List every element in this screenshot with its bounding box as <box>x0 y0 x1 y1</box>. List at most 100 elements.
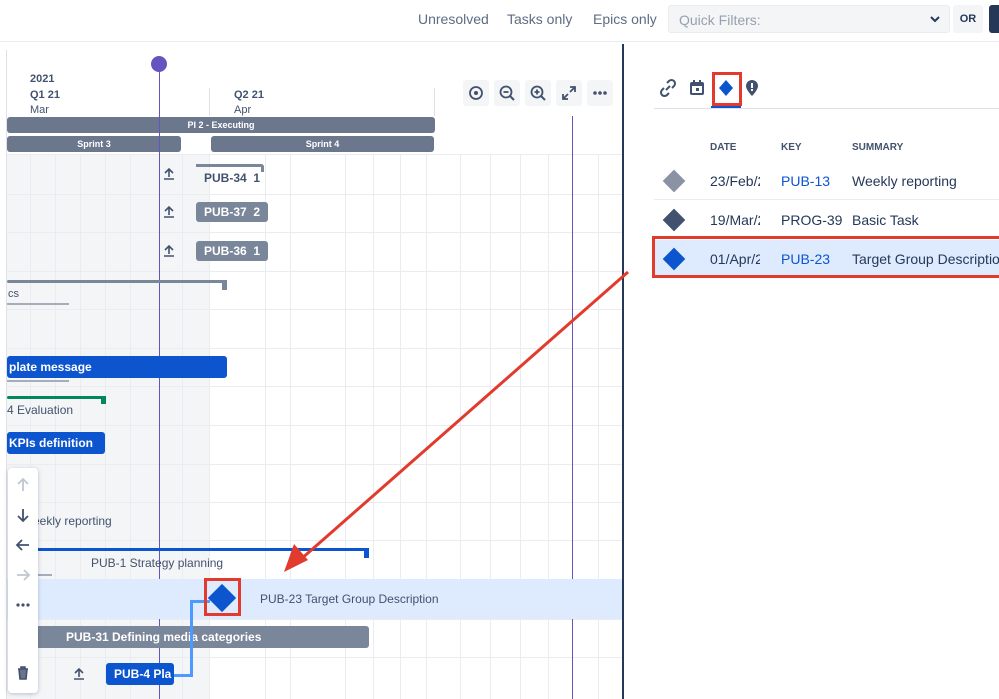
row-actions-toolbar <box>8 468 38 693</box>
filter-unresolved[interactable]: Unresolved <box>418 11 489 27</box>
quarter-label-q2: Q2 21 <box>234 89 264 101</box>
issue-chip-pub-34[interactable]: PUB-34 1 <box>196 168 268 188</box>
zoom-out-icon <box>499 85 515 101</box>
chip-key: PUB-36 <box>204 244 247 258</box>
milestone-diamond-icon <box>662 169 686 193</box>
quick-filters-placeholder: Quick Filters: <box>679 12 761 28</box>
chevron-down-icon <box>930 16 940 23</box>
filter-epics-only[interactable]: Epics only <box>593 11 657 27</box>
epics-label: cs <box>8 288 19 300</box>
zoom-in-icon <box>530 85 546 101</box>
issue-bar-defining-media[interactable]: PUB-31 Defining media categories <box>36 626 369 648</box>
progress-line <box>36 574 52 576</box>
trash-icon[interactable] <box>14 664 32 682</box>
active-tab-indicator <box>711 106 741 108</box>
issue-bar-pub-4[interactable]: PUB-4 Pla <box>106 663 174 685</box>
roadmap-timeline: 2021 Q1 21 Mar Q2 21 Apr PI 2 - Executin… <box>0 44 624 699</box>
milestone-diamond-icon <box>662 208 686 232</box>
grid-row-line <box>7 271 622 272</box>
more-icon <box>593 91 607 95</box>
grid-row-line <box>7 619 622 620</box>
grid-row-line <box>7 464 622 465</box>
chip-key: PUB-34 <box>204 171 247 185</box>
grid-row-line <box>7 194 622 195</box>
row-summary: Weekly reporting <box>852 173 957 189</box>
upload-icon[interactable] <box>162 167 176 181</box>
target-group-label: PUB-23 Target Group Description <box>260 592 439 606</box>
row-date: 23/Feb/2 <box>710 173 760 189</box>
move-down-icon[interactable] <box>14 506 32 524</box>
grid-row-line <box>7 425 622 426</box>
evaluation-label: 4 Evaluation <box>7 403 74 417</box>
chip-count: 2 <box>253 205 261 219</box>
program-increment-bar[interactable]: PI 2 - Executing <box>7 117 435 133</box>
grid-row-line <box>7 232 622 233</box>
table-row[interactable]: 23/Feb/2 PUB-13 Weekly reporting <box>654 162 999 200</box>
progress-line <box>7 380 69 382</box>
zoom-out-button[interactable] <box>494 80 520 106</box>
tabs-divider <box>654 108 999 109</box>
annotation-box-selected-row <box>652 236 999 278</box>
strategy-planning-label: PUB-1 Strategy planning <box>91 556 224 570</box>
issue-chip-pub-36[interactable]: PUB-36 1 <box>196 241 269 261</box>
row-key-link[interactable]: PUB-13 <box>781 173 846 189</box>
epic-evaluation-line <box>7 396 105 399</box>
grid-row-line <box>7 657 622 658</box>
apply-button[interactable] <box>989 5 999 33</box>
table-row[interactable]: 19/Mar/2 PROG-39-1 Basic Task <box>654 201 999 239</box>
fullscreen-button[interactable] <box>556 80 582 106</box>
quick-filters-select[interactable]: Quick Filters: <box>668 5 950 33</box>
top-filter-bar: Unresolved Tasks only Epics only Quick F… <box>0 0 999 42</box>
issue-bar-kpis-definition[interactable]: KPIs definition <box>7 432 105 454</box>
grid-row-line <box>7 386 622 387</box>
today-marker-handle[interactable] <box>151 56 167 72</box>
focus-today-button[interactable] <box>463 80 489 106</box>
weekly-reporting-label: eekly reporting <box>33 514 112 528</box>
move-up-icon[interactable] <box>14 476 32 494</box>
upload-icon[interactable] <box>162 205 176 219</box>
issue-chip-pub-37[interactable]: PUB-37 2 <box>196 202 269 222</box>
defining-media-label: PUB-31 Defining media categories <box>66 630 262 644</box>
grid-row-line <box>7 154 622 155</box>
epic-strategy-line <box>36 548 369 551</box>
sprint-3-bar[interactable]: Sprint 3 <box>7 136 181 152</box>
column-header-date[interactable]: DATE <box>710 142 736 153</box>
row-date: 19/Mar/2 <box>710 212 760 228</box>
dependency-line <box>190 600 193 677</box>
chip-count: 1 <box>253 171 261 185</box>
grid-row-line <box>7 309 622 310</box>
month-label-mar: Mar <box>30 104 49 116</box>
chip-key: PUB-37 <box>204 205 247 219</box>
row-key-link[interactable]: PROG-39-1 <box>781 212 843 228</box>
epic-group-line <box>7 280 227 283</box>
filter-tasks-only[interactable]: Tasks only <box>507 11 572 27</box>
header-divider <box>434 88 435 116</box>
link-icon[interactable] <box>658 78 678 98</box>
sprint-4-bar[interactable]: Sprint 4 <box>211 136 434 152</box>
progress-line <box>7 303 69 305</box>
month-label-apr: Apr <box>234 104 252 116</box>
year-label: 2021 <box>30 73 55 85</box>
upload-icon[interactable] <box>162 244 176 258</box>
grid-row-line <box>7 502 622 503</box>
epic-strategy-end <box>364 548 369 558</box>
more-options-button[interactable] <box>587 80 613 106</box>
issue-bar-template-message[interactable]: plate message <box>7 356 227 378</box>
row-summary: Basic Task <box>852 212 919 228</box>
column-header-key[interactable]: KEY <box>781 142 802 153</box>
expand-icon <box>562 86 576 100</box>
upload-icon[interactable] <box>72 667 86 681</box>
column-header-summary[interactable]: SUMMARY <box>852 142 903 153</box>
move-left-icon[interactable] <box>14 536 32 554</box>
annotation-box-milestone-tab <box>712 72 742 106</box>
more-icon[interactable] <box>14 596 32 614</box>
grid-row-line <box>7 348 622 349</box>
risk-icon[interactable] <box>742 78 762 98</box>
header-divider <box>209 88 210 116</box>
details-panel: DATE KEY SUMMARY 23/Feb/2 PUB-13 Weekly … <box>624 44 999 699</box>
target-icon <box>469 86 483 100</box>
calendar-icon[interactable] <box>687 78 707 98</box>
or-toggle-button[interactable]: OR <box>953 5 983 33</box>
move-right-icon[interactable] <box>14 566 32 584</box>
zoom-in-button[interactable] <box>525 80 551 106</box>
